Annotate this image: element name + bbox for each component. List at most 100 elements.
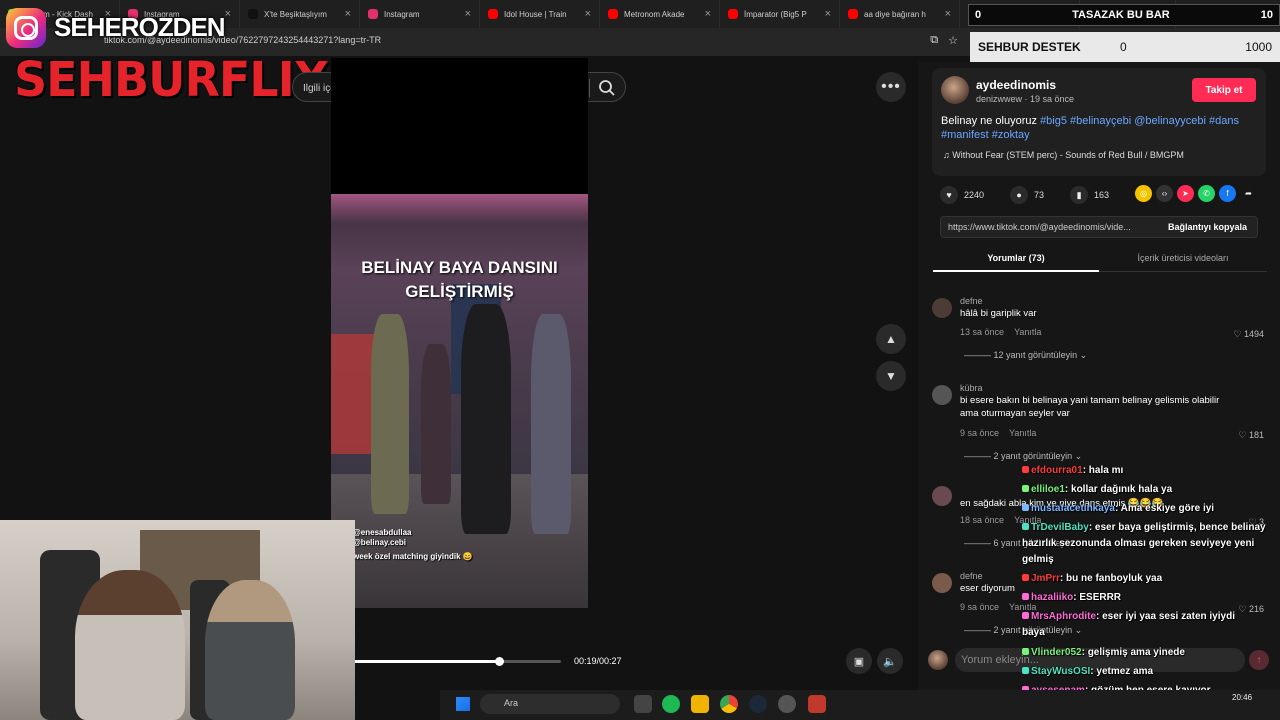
chat-message: Vlinder052: gelişmiş ama yinede	[1022, 646, 1185, 659]
close-tab-icon[interactable]: ×	[345, 8, 351, 20]
browser-tab[interactable]: Idol House | Train ×	[480, 0, 600, 28]
install-icon[interactable]: ⧉	[930, 34, 938, 47]
commenter-avatar[interactable]	[932, 573, 952, 593]
author-avatar[interactable]	[941, 76, 969, 104]
comment-icon[interactable]: ●	[1010, 186, 1029, 204]
chat-message: hazaliiko: ESERRR	[1022, 591, 1121, 604]
chat-username[interactable]: efdourra01	[1031, 465, 1083, 476]
previous-video-icon[interactable]: ▲	[876, 324, 906, 354]
task-view-icon[interactable]	[634, 695, 652, 713]
obs-app-icon[interactable]	[808, 695, 826, 713]
chat-message: MrsAphrodite: eser iyi yaa sesi zaten iy…	[1022, 610, 1235, 623]
progress-knob[interactable]	[494, 657, 504, 666]
share-link-url[interactable]: https://www.tiktok.com/@aydeedinomis/vid…	[948, 222, 1148, 232]
spotify-icon[interactable]	[662, 695, 680, 713]
browser-tab[interactable]: X'te Beşiktaşlıyım ×	[240, 0, 360, 28]
steam-icon[interactable]	[749, 695, 767, 713]
tab-creator-videos[interactable]: İçerik üreticisi videoları	[1099, 253, 1267, 263]
comment-likes[interactable]: ♡ 181	[1238, 430, 1264, 441]
chat-text: : eser baya geliştirmiş, bence belinay	[1088, 522, 1266, 533]
commenter-avatar[interactable]	[932, 298, 952, 318]
tab-favicon-icon	[728, 9, 738, 19]
bookmark-star-icon[interactable]: ☆	[948, 34, 958, 47]
webcam-overlay	[0, 520, 355, 720]
chat-username[interactable]: StayWusOSI	[1031, 666, 1090, 677]
tab-title: İmparator (Big5 P	[744, 9, 807, 19]
chat-username[interactable]: hazaliiko	[1031, 592, 1073, 603]
send-icon[interactable]: ➤	[1177, 185, 1194, 202]
chrome-icon[interactable]	[720, 695, 738, 713]
browser-tab[interactable]: İmparator (Big5 P ×	[720, 0, 840, 28]
my-avatar[interactable]	[928, 650, 948, 670]
close-tab-icon[interactable]: ×	[705, 8, 711, 20]
chat-badge-icon	[1022, 466, 1029, 473]
embed-icon[interactable]: ‹›	[1156, 185, 1173, 202]
music-link[interactable]: ♫ Without Fear (STEM perc) - Sounds of R…	[943, 150, 1184, 160]
author-username[interactable]: aydeedinomis	[976, 78, 1056, 92]
tasazak-right-value: 10	[1260, 9, 1273, 21]
browser-tab[interactable]: Instagram ×	[360, 0, 480, 28]
close-tab-icon[interactable]: ×	[825, 8, 831, 20]
video-progress-bar[interactable]	[354, 657, 561, 666]
comment-likes[interactable]: ♡ 216	[1238, 604, 1264, 615]
chat-text: : yetmez ama	[1090, 666, 1154, 677]
volume-icon[interactable]: 🔈	[877, 648, 903, 674]
browser-tab[interactable]: Metronom Akade ×	[600, 0, 720, 28]
share-arrow-icon[interactable]: ➦	[1240, 185, 1257, 202]
chat-badge-icon	[1022, 612, 1029, 619]
heart-icon[interactable]: ♥	[940, 186, 958, 204]
chat-username[interactable]: mustafacetinkaya	[1031, 503, 1115, 514]
chat-username[interactable]: Vlinder052	[1031, 647, 1082, 658]
close-tab-icon[interactable]: ×	[465, 8, 471, 20]
commenter-name[interactable]: defne	[960, 571, 983, 581]
close-tab-icon[interactable]: ×	[225, 8, 231, 20]
comment-text: bi esere bakın bi belinaya yani tamam be…	[960, 395, 1220, 419]
file-explorer-icon[interactable]	[691, 695, 709, 713]
chat-username[interactable]: MrsAphrodite	[1031, 611, 1096, 622]
coin-icon[interactable]: ◎	[1135, 185, 1152, 202]
screen: Stream - Kick Dash × Instagram × X'te Beşikt…	[0, 0, 1280, 720]
video-time: 00:19/00:27	[574, 656, 622, 666]
share-link-box: https://www.tiktok.com/@aydeedinomis/vid…	[940, 216, 1258, 238]
author-meta: denizwwew · 19 sa önce	[976, 94, 1075, 104]
comment-text: hâlâ bi gariplik var	[960, 308, 1037, 319]
close-tab-icon[interactable]: ×	[585, 8, 591, 20]
whatsapp-icon[interactable]: ✆	[1198, 185, 1215, 202]
tab-title: X'te Beşiktaşlıyım	[264, 9, 327, 19]
video-player[interactable]: BELİNAY BAYA DANSINI GELİŞTİRMİŞ @enesab…	[331, 58, 588, 608]
chat-username[interactable]: TrDevilBaby	[1031, 522, 1089, 533]
facebook-icon[interactable]: f	[1219, 185, 1236, 202]
chat-text: : gelişmiş ama yinede	[1081, 647, 1185, 658]
chat-text: gelmiş	[1022, 554, 1054, 565]
commenter-name[interactable]: defne	[960, 296, 983, 306]
commenter-name[interactable]: kübra	[960, 383, 983, 393]
copy-link-button[interactable]: Bağlantıyı kopyala	[1168, 222, 1247, 232]
chat-username[interactable]: elliloe1	[1031, 484, 1065, 495]
commenter-avatar[interactable]	[932, 385, 952, 405]
view-replies-link[interactable]: ——— 12 yanıt görüntüleyin ⌄	[964, 350, 1087, 361]
mini-player-icon[interactable]: ▣	[846, 648, 872, 674]
chat-message: mustafacetinkaya: Ama eskiye göre iyi	[1022, 502, 1214, 515]
view-replies-link[interactable]: ——— 2 yanıt görüntüleyin ⌄	[964, 451, 1082, 462]
chat-username[interactable]: JmPrr	[1031, 573, 1060, 584]
reply-link[interactable]: Yanıtla	[1009, 428, 1036, 438]
chat-badge-icon	[1022, 523, 1029, 530]
chat-message: JmPrr: bu ne fanboyluk yaa	[1022, 572, 1162, 585]
commenter-avatar[interactable]	[932, 486, 952, 506]
chat-text: baya	[1022, 627, 1045, 638]
tab-favicon-icon	[368, 9, 378, 19]
follow-button[interactable]: Takip et	[1192, 78, 1256, 102]
reply-link[interactable]: Yanıtla	[1014, 327, 1041, 337]
tab-comments[interactable]: Yorumlar (73)	[933, 253, 1099, 263]
post-comment-icon[interactable]: ↑	[1249, 650, 1269, 670]
windows-start-icon[interactable]	[456, 697, 470, 711]
app-icon[interactable]	[778, 695, 796, 713]
taskbar-search[interactable]: Ara	[480, 694, 620, 714]
bookmark-icon[interactable]: ▮	[1070, 186, 1089, 204]
more-options-icon[interactable]: •••	[876, 72, 906, 102]
browser-tab[interactable]: aa diye bağıran h ×	[840, 0, 960, 28]
close-tab-icon[interactable]: ×	[945, 8, 951, 20]
comment-likes[interactable]: ♡ 1494	[1233, 329, 1264, 340]
next-video-icon[interactable]: ▼	[876, 361, 906, 391]
search-icon[interactable]	[597, 78, 617, 98]
